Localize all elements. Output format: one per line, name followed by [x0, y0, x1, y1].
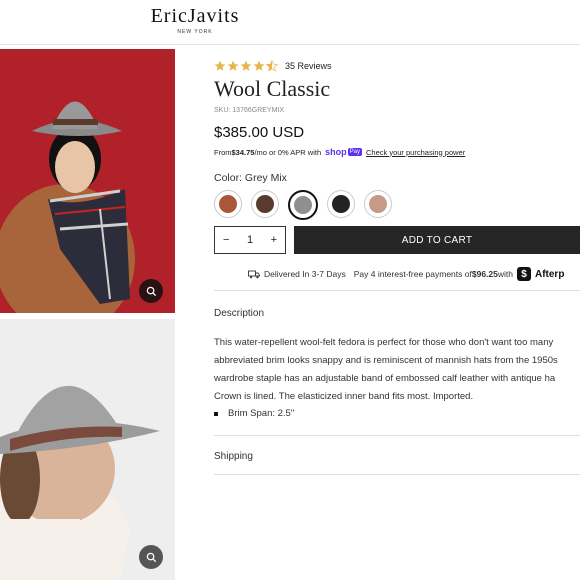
star-icon — [214, 60, 226, 71]
magnifier-icon — [146, 286, 156, 296]
swatch-brown[interactable] — [251, 190, 279, 218]
product-price: $385.00 USD — [214, 124, 305, 141]
swatch-black[interactable] — [327, 190, 355, 218]
divider — [214, 474, 580, 475]
magnifier-icon — [146, 552, 156, 562]
product-title: Wool Classic — [214, 76, 331, 101]
product-photo-model-front[interactable] — [0, 49, 175, 313]
product-gallery — [0, 49, 175, 580]
financing-middle: /mo or 0% APR with — [254, 147, 322, 157]
afterpay-prefix: Pay 4 interest-free payments of — [353, 269, 472, 279]
delivery-text: Delivered In 3-7 Days — [264, 269, 346, 279]
quantity-stepper: − 1 + — [214, 226, 286, 254]
site-header: EricJavits NEW YORK — [0, 0, 580, 45]
bullet-icon — [214, 411, 218, 416]
afterpay-icon: $ — [516, 267, 531, 281]
add-to-cart-button[interactable]: ADD TO CART — [294, 226, 580, 254]
delivery-row: Delivered In 3-7 Days Pay 4 interest-fre… — [248, 267, 564, 281]
brim-span-text: Brim Span: 2.5" — [228, 408, 295, 419]
description-line: abbreviated brim looks snappy and is rem… — [214, 355, 558, 366]
brand-logo[interactable]: EricJavits NEW YORK — [147, 5, 243, 35]
shop-pay-badge: Pay — [347, 148, 362, 156]
description-line: wardrobe staple has an adjustable band o… — [214, 373, 556, 384]
financing-prefix: From — [214, 147, 232, 157]
increase-quantity-button[interactable]: + — [271, 234, 277, 246]
half-star-icon — [266, 60, 278, 72]
decrease-quantity-button[interactable]: − — [223, 234, 229, 246]
description-heading[interactable]: Description — [214, 308, 264, 319]
afterpay-amount: $96.25 — [471, 269, 498, 279]
zoom-button-photo-1[interactable] — [139, 279, 163, 303]
divider — [214, 290, 580, 291]
description-line: Crown is lined. The elasticized inner ba… — [214, 391, 474, 402]
review-count-link[interactable]: 35 Reviews — [285, 61, 332, 71]
truck-icon — [248, 270, 260, 278]
financing-amount: $34.75 — [231, 147, 255, 157]
product-photo-model-profile[interactable] — [0, 319, 175, 580]
swatch-rust[interactable] — [214, 190, 242, 218]
purchasing-power-link[interactable]: Check your purchasing power — [366, 148, 465, 157]
swatch-blush[interactable] — [364, 190, 392, 218]
shipping-accordion[interactable]: Shipping — [214, 451, 253, 462]
color-swatches — [214, 190, 392, 220]
afterpay-brand[interactable]: Afterp — [535, 269, 564, 280]
afterpay-with: with — [497, 269, 513, 279]
description-body: This water-repellent wool-felt fedora is… — [214, 334, 580, 406]
logo-wordmark: EricJavits — [150, 5, 240, 27]
shop-pay-logo: shop — [325, 147, 347, 157]
financing-line: From $34.75 /mo or 0% APR with shop Pay … — [214, 147, 465, 157]
star-icon — [240, 60, 252, 71]
rating-row[interactable]: 35 Reviews — [214, 60, 332, 72]
description-line: This water-repellent wool-felt fedora is… — [214, 337, 554, 348]
star-icon — [227, 60, 239, 71]
quantity-value[interactable]: 1 — [247, 234, 253, 246]
star-icon — [253, 60, 265, 71]
color-label: Color: Grey Mix — [214, 172, 287, 184]
brim-span-item: Brim Span: 2.5" — [214, 408, 294, 419]
divider — [214, 435, 580, 436]
swatch-grey-mix[interactable] — [288, 190, 318, 220]
zoom-button-photo-2[interactable] — [139, 545, 163, 569]
logo-subtitle: NEW YORK — [177, 29, 213, 35]
product-sku: SKU: 13766GREYMIX — [214, 107, 285, 114]
